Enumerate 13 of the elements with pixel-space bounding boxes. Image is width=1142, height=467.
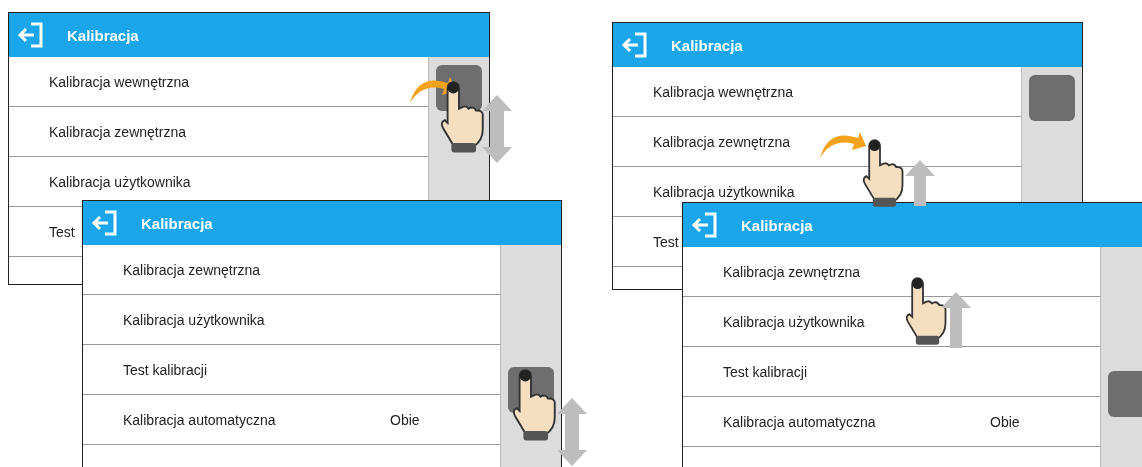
screen-title: Kalibracja [671,36,743,54]
screen-title: Kalibracja [741,216,813,234]
scroll-thumb[interactable] [1108,371,1142,417]
scroll-thumb[interactable] [1029,75,1075,121]
hand-pointer-icon [512,369,556,441]
double-arrow-icon [557,398,587,466]
screen-title: Kalibracja [67,26,139,44]
up-arrow-icon [905,160,935,206]
curved-arrow-icon [820,132,866,158]
hand-pointer-icon [440,81,484,153]
hand-pointer-icon [905,277,947,345]
screen-title: Kalibracja [141,214,213,232]
up-arrow-icon [941,292,971,348]
